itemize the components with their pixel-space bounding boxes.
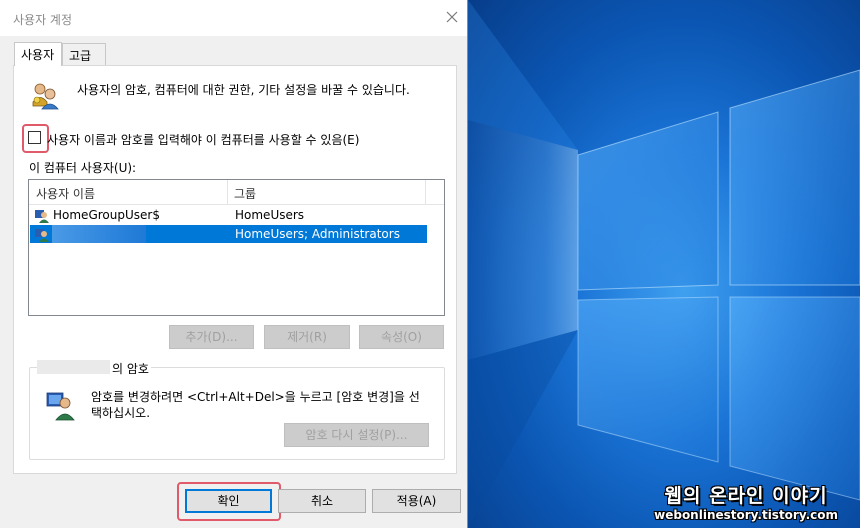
user-account-icon (35, 229, 49, 242)
redacted-username-title (37, 360, 110, 374)
tab-users[interactable]: 사용자 (14, 42, 62, 66)
password-instructions-line1: 암호를 변경하려면 <Ctrl+Alt+Del>을 누르고 [암호 변경]을 선 (91, 390, 420, 404)
row-group: HomeUsers (235, 208, 305, 222)
users-list-header: 사용자 이름 그룹 (29, 180, 444, 205)
user-account-icon (35, 210, 49, 223)
reset-password-button[interactable]: 암호 다시 설정(P)... (284, 423, 429, 447)
remove-user-button[interactable]: 제거(R) (264, 325, 350, 349)
apply-button[interactable]: 적용(A) (372, 489, 461, 513)
column-divider[interactable] (227, 180, 228, 204)
require-login-label[interactable]: 사용자 이름과 암호를 입력해야 이 컴퓨터를 사용할 수 있음(E) (47, 131, 359, 148)
desktop-wallpaper: 웹의 온라인 이야기 webonlinestory.tistory.com (468, 0, 860, 528)
user-accounts-dialog: 사용자 계정 사용자 고급 사용자의 암호, 컴퓨터에 대한 권한, 기타 설정… (0, 0, 468, 528)
highlight-box-ok (177, 482, 281, 521)
redacted-username (52, 225, 146, 243)
row-group: HomeUsers; Administrators (235, 227, 400, 241)
watermark-title: 웹의 온라인 이야기 (664, 485, 828, 507)
highlight-box-checkbox (22, 124, 49, 153)
row-username: HomeGroupUser$ (53, 208, 160, 222)
users-icon (32, 83, 59, 110)
cancel-button[interactable]: 취소 (278, 489, 366, 513)
close-icon[interactable] (445, 10, 459, 24)
title-bar: 사용자 계정 (0, 0, 467, 36)
users-list-label: 이 컴퓨터 사용자(U): (29, 161, 137, 175)
table-row[interactable]: HomeUsers; Administrators (30, 225, 427, 243)
tab-advanced[interactable]: 고급 (62, 43, 106, 65)
user-password-icon (46, 392, 75, 421)
properties-button[interactable]: 속성(O) (359, 325, 444, 349)
password-instructions-line2: 택하십시오. (91, 406, 151, 420)
password-group-title: 의 암호 (110, 360, 151, 377)
description-text: 사용자의 암호, 컴퓨터에 대한 권한, 기타 설정을 바꿀 수 있습니다. (77, 83, 410, 97)
column-header-username[interactable]: 사용자 이름 (36, 185, 95, 202)
dialog-title: 사용자 계정 (13, 13, 73, 27)
watermark-url: webonlinestory.tistory.com (654, 508, 838, 522)
column-header-group[interactable]: 그룹 (234, 185, 256, 202)
windows-logo-light (468, 0, 860, 528)
table-row[interactable]: HomeGroupUser$ HomeUsers (30, 206, 427, 224)
watermark: 웹의 온라인 이야기 webonlinestory.tistory.com (654, 481, 838, 522)
column-divider[interactable] (425, 180, 426, 204)
add-user-button[interactable]: 추가(D)... (169, 325, 254, 349)
users-list[interactable]: 사용자 이름 그룹 HomeGroupUser$ HomeUsers HomeU… (28, 179, 445, 316)
